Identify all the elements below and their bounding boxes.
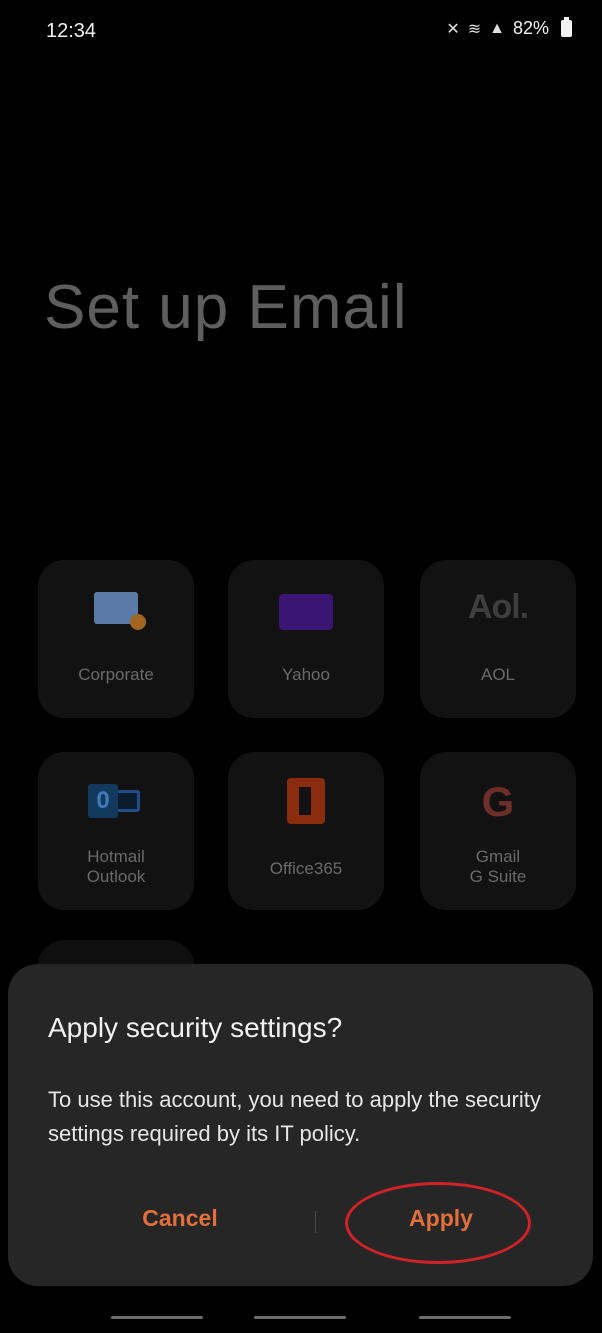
nav-back-button[interactable]: [419, 1316, 511, 1319]
yahoo-icon: [279, 594, 333, 630]
battery-percent: 82%: [512, 18, 549, 38]
status-time: 12:34: [46, 20, 97, 42]
tile-label-line2: Outlook: [86, 867, 146, 886]
tile-label: Office365: [269, 859, 343, 878]
office-icon: [287, 778, 325, 824]
page-title: Set up Email: [44, 273, 408, 342]
status-bar: 12:34 ✕ ≋ ▲ 82%: [0, 0, 602, 70]
tile-label: AOL: [480, 665, 516, 684]
cancel-button[interactable]: Cancel: [80, 1205, 280, 1232]
nav-home-button[interactable]: [254, 1316, 346, 1319]
tile-aol[interactable]: Aol. AOL: [420, 560, 576, 718]
nav-recents-button[interactable]: [111, 1316, 203, 1319]
tile-label-line1: Hotmail: [87, 847, 145, 866]
signal-icon: ▲: [489, 19, 505, 37]
battery-icon: [561, 17, 572, 37]
tile-label: Hotmail Outlook: [38, 847, 194, 887]
wifi-icon: ≋: [467, 20, 482, 38]
status-icons: ✕ ≋ ▲ 82%: [446, 17, 572, 39]
tile-yahoo[interactable]: Yahoo: [228, 560, 384, 718]
mute-icon: ✕: [446, 20, 460, 38]
security-dialog: Apply security settings? To use this acc…: [8, 964, 593, 1286]
tile-outlook[interactable]: 0 Hotmail Outlook: [38, 752, 194, 910]
tile-office365[interactable]: Office365: [228, 752, 384, 910]
tile-label: Gmail G Suite: [420, 847, 576, 887]
button-divider: [315, 1211, 316, 1233]
tile-label-line1: Gmail: [475, 847, 521, 866]
corporate-mail-icon: [94, 592, 146, 630]
outlook-logo-letter: 0: [88, 784, 118, 818]
outlook-icon: 0: [88, 780, 144, 822]
dialog-message: To use this account, you need to apply t…: [48, 1087, 541, 1146]
tile-label: Corporate: [78, 665, 154, 684]
tile-label-line2: G Suite: [469, 867, 527, 886]
tile-gmail[interactable]: G Gmail G Suite: [420, 752, 576, 910]
dialog-title: Apply security settings?: [48, 1012, 343, 1043]
highlight-circle: [345, 1182, 531, 1264]
tile-label: Yahoo: [282, 665, 330, 684]
aol-icon: Aol.: [467, 588, 529, 626]
navigation-bar: [0, 1286, 602, 1333]
tile-corporate[interactable]: Corporate: [38, 560, 194, 718]
google-icon: G: [481, 778, 515, 825]
